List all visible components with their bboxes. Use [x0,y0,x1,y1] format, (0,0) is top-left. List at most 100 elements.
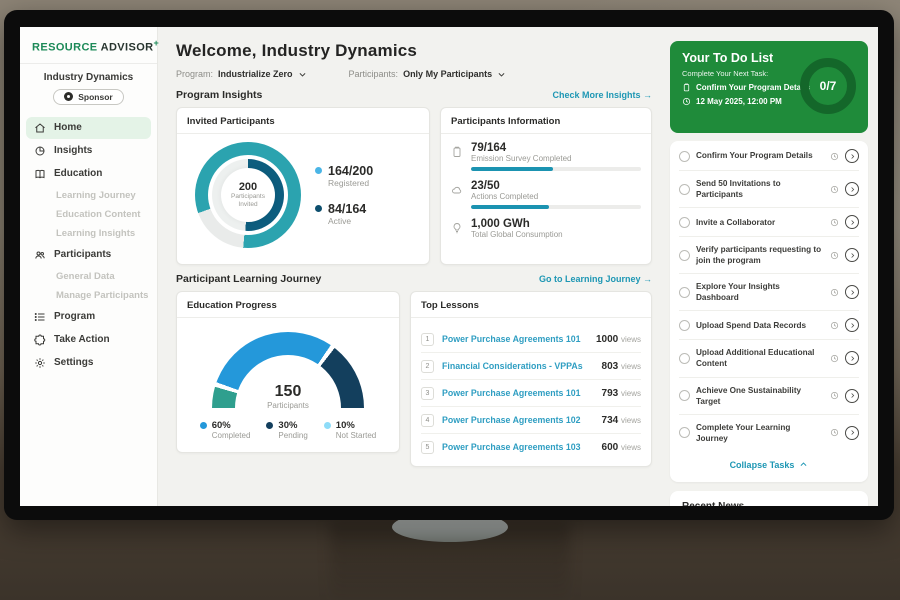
clipboard-icon [682,83,691,92]
task-row-9[interactable]: Complete Your Learning Journey [679,415,859,451]
task-open-button[interactable] [845,248,859,262]
monitor-bezel: RESOURCE ADVISOR+ Industry Dynamics Spon… [4,10,894,520]
sidebar-item-learning-journey[interactable]: Learning Journey [20,186,157,205]
task-open-button[interactable] [845,149,859,163]
chevron-right-icon [849,429,856,436]
task-checkbox[interactable] [679,320,690,331]
program-filter[interactable]: Program: Industrialize Zero [176,69,307,79]
sidebar-item-general-data[interactable]: General Data [20,267,157,286]
task-row-5[interactable]: Explore Your Insights Dashboard [679,274,859,311]
arrow-right-icon: → [643,274,652,284]
app-logo: RESOURCE ADVISOR+ [20,38,157,54]
task-row-3[interactable]: Invite a Collaborator [679,208,859,237]
task-open-button[interactable] [845,318,859,332]
sponsor-badge-label: Sponsor [78,92,112,102]
progress-fill-1 [471,205,549,209]
task-checkbox[interactable] [679,353,690,364]
check-more-insights-link[interactable]: Check More Insights → [552,90,652,100]
legend-not-started: 10% Not Started [324,420,376,440]
task-checkbox[interactable] [679,151,690,162]
take-action-icon [34,334,46,346]
education-progress-gauge: 150 Participants [212,332,364,410]
sidebar-item-learning-insights[interactable]: Learning Insights [20,224,157,243]
sidebar-item-home[interactable]: Home [26,117,151,139]
task-open-button[interactable] [845,215,859,229]
education-icon [34,168,46,180]
todo-progress-value: 0/7 [820,79,837,93]
sidebar-nav: Home Insights Education Learning Journey… [20,117,157,374]
invited-participants-card: Invited Participants 200 Participants In… [176,107,430,265]
participants-filter[interactable]: Participants: Only My Participants [349,69,507,79]
consumption-icon [451,222,463,234]
program-filter-value: Industrialize Zero [218,69,293,79]
legend-registered: 164/200 Registered [315,164,373,188]
participants-filter-value: Only My Participants [403,69,492,79]
settings-icon [34,357,46,369]
clock-icon [830,185,839,194]
task-row-8[interactable]: Achieve One Sustainability Target [679,378,859,415]
sidebar-item-participants[interactable]: Participants [26,244,151,266]
go-to-learning-journey-link[interactable]: Go to Learning Journey → [539,274,652,284]
chevron-right-icon [849,322,856,329]
lesson-rank: 2 [421,360,434,373]
task-row-1[interactable]: Confirm Your Program Details [679,142,859,171]
sidebar-item-program[interactable]: Program [26,306,151,328]
program-icon [34,311,46,323]
task-open-button[interactable] [845,182,859,196]
collapse-tasks-link[interactable]: Collapse Tasks [679,451,859,480]
task-checkbox[interactable] [679,250,690,261]
task-checkbox[interactable] [679,287,690,298]
home-icon [34,122,46,134]
todo-tasks-card: Confirm Your Program Details Send 50 Inv… [670,141,868,482]
desk-background: RESOURCE ADVISOR+ Industry Dynamics Spon… [0,0,900,600]
lesson-row: 5 Power Purchase Agreements 103 600 view… [421,434,641,460]
task-open-button[interactable] [845,426,859,440]
learning-journey-heading: Participant Learning Journey [176,273,321,285]
task-row-6[interactable]: Upload Spend Data Records [679,311,859,340]
lesson-rank: 4 [421,414,434,427]
participants-icon [34,249,46,261]
progress-fill-0 [471,167,553,171]
insights-icon [34,145,46,157]
sponsor-badge-icon [64,92,73,101]
task-open-button[interactable] [845,389,859,403]
task-checkbox[interactable] [679,184,690,195]
clock-icon [830,354,839,363]
invited-participants-donut: 200 Participants Invited [195,142,301,248]
clock-icon [830,152,839,161]
lesson-rank: 3 [421,387,434,400]
task-open-button[interactable] [845,351,859,365]
chevron-right-icon [849,289,856,296]
task-row-7[interactable]: Upload Additional Educational Content [679,340,859,377]
lesson-row: 3 Power Purchase Agreements 101 793 view… [421,380,641,407]
clock-icon [830,428,839,437]
lesson-link[interactable]: Financial Considerations - VPPAs [442,361,594,371]
lesson-link[interactable]: Power Purchase Agreements 103 [442,442,594,452]
sidebar-item-insights[interactable]: Insights [26,140,151,162]
sidebar-item-education[interactable]: Education [26,163,151,185]
task-open-button[interactable] [845,285,859,299]
lesson-link[interactable]: Power Purchase Agreements 101 [442,388,594,398]
lesson-link[interactable]: Power Purchase Agreements 101 [442,334,588,344]
lesson-link[interactable]: Power Purchase Agreements 102 [442,415,594,425]
education-progress-card: Education Progress 150 Participants [176,291,400,453]
sidebar-item-education-content[interactable]: Education Content [20,205,157,224]
info-card-title: Participants Information [441,116,651,134]
legend-completed: 60% Completed [200,420,251,440]
sidebar-item-take-action[interactable]: Take Action [26,329,151,351]
chevron-right-icon [849,186,856,193]
task-row-4[interactable]: Verify participants requesting to join t… [679,237,859,274]
task-row-2[interactable]: Send 50 Invitations to Participants [679,171,859,208]
task-checkbox[interactable] [679,390,690,401]
main-content: Welcome, Industry Dynamics Program: Indu… [158,27,664,506]
recent-news-card: Recent News [670,491,868,506]
sidebar-item-manage-participants[interactable]: Manage Participants [20,286,157,305]
sponsor-badge[interactable]: Sponsor [53,89,123,105]
registered-dot-icon [315,167,322,174]
sidebar-item-settings[interactable]: Settings [26,352,151,374]
dashboard-screen: RESOURCE ADVISOR+ Industry Dynamics Spon… [20,27,878,506]
chevron-right-icon [849,355,856,362]
task-checkbox[interactable] [679,217,690,228]
recent-news-title: Recent News [682,501,856,506]
task-checkbox[interactable] [679,427,690,438]
